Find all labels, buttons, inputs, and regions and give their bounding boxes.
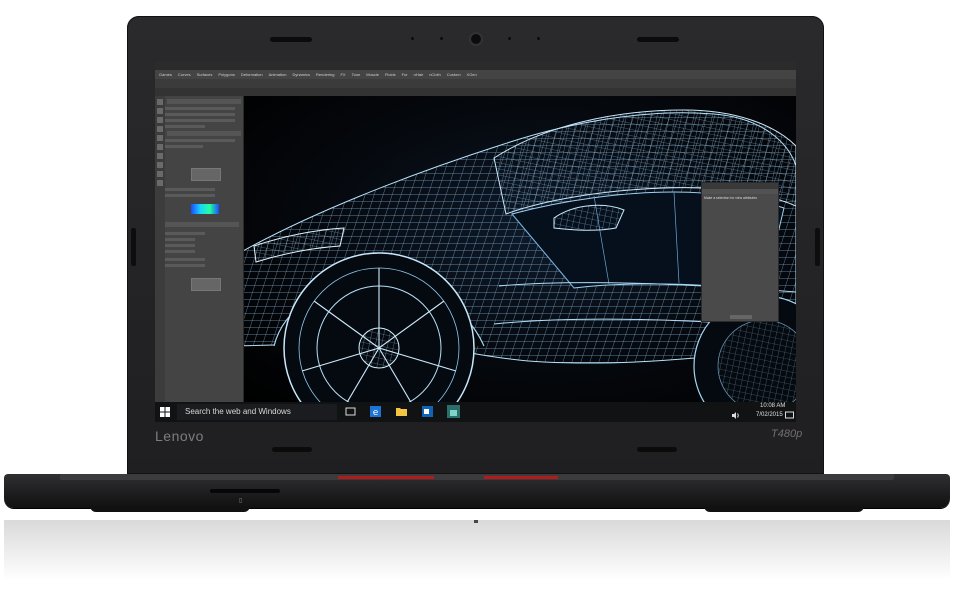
menu-item[interactable]: Toon [352, 72, 361, 77]
attribute-editor-message: Make a selection for view attributes [704, 196, 757, 200]
model-label: T480p [771, 428, 803, 440]
menu-item[interactable]: XGen [467, 72, 477, 77]
menu-item[interactable]: nHair [414, 72, 424, 77]
lid-bumper-right [815, 228, 820, 266]
task-view-icon[interactable] [344, 405, 357, 418]
speaker-grille-bottom-left [272, 447, 312, 452]
svg-text:e: e [373, 408, 379, 418]
menu-item[interactable]: Fur [402, 72, 408, 77]
menu-item[interactable]: Surfaces [197, 72, 213, 77]
mic-dot [440, 37, 443, 40]
attribute-editor-window[interactable]: Make a selection for view attributes [701, 182, 779, 322]
menu-item[interactable]: Muscle [366, 72, 379, 77]
menu-item[interactable]: nCloth [429, 72, 441, 77]
reflection [4, 520, 950, 580]
menu-item[interactable]: FX [340, 72, 345, 77]
menu-item[interactable]: Fluids [385, 72, 396, 77]
speaker-grille-right [637, 37, 679, 42]
webcam-icon [471, 34, 481, 44]
tool-strip [155, 96, 165, 402]
outlook-icon[interactable] [421, 405, 434, 418]
rubber-foot-right [704, 506, 864, 512]
volume-icon[interactable] [731, 407, 740, 422]
speaker-grille-left [270, 37, 312, 42]
mic-dot [537, 37, 540, 40]
color-ramp[interactable] [191, 204, 219, 214]
notifications-icon[interactable] [785, 407, 794, 422]
menu-item[interactable]: Polygons [218, 72, 234, 77]
speaker-grille-bottom-right [637, 447, 677, 452]
windows-start-icon[interactable] [155, 402, 175, 422]
mic-dot [508, 37, 511, 40]
rubber-foot-left [90, 506, 250, 512]
lid-bumper-left [131, 228, 136, 266]
brand-logo: Lenovo [155, 428, 204, 444]
load-attributes-button[interactable] [730, 315, 752, 319]
app-title-bar [155, 62, 796, 70]
store-icon[interactable] [447, 405, 460, 418]
menu-item[interactable]: Dynamics [292, 72, 310, 77]
trackpoint-accent-left [338, 476, 434, 479]
keyboard-deck-edge [60, 474, 894, 480]
search-placeholder: Search the web and Windows [185, 407, 291, 416]
menu-item[interactable]: Rendering [316, 72, 334, 77]
viewport-menu-bar [244, 88, 796, 96]
tool-settings-panel [155, 96, 244, 402]
trackpoint-accent-right [484, 476, 558, 479]
menu-item[interactable]: Deformation [241, 72, 263, 77]
falloff-curve-graph[interactable] [191, 278, 221, 291]
screen: Games Curves Surfaces Polygons Deformation An… [155, 62, 796, 422]
card-reader-slot [210, 489, 280, 493]
menu-item[interactable]: Curves [178, 72, 191, 77]
clock-time[interactable]: 10:08 AM [760, 403, 785, 409]
menu-item[interactable]: Games [159, 72, 172, 77]
mic-dot [411, 37, 414, 40]
card-reader-icon: ▯ [239, 498, 243, 504]
file-explorer-icon[interactable] [395, 405, 408, 418]
clock-date[interactable]: 7/02/2015 [756, 412, 783, 418]
edge-browser-icon[interactable]: e [369, 405, 382, 418]
menu-item[interactable]: Animation [269, 72, 287, 77]
app-menu-bar: Games Curves Surfaces Polygons Deformation An… [155, 70, 796, 79]
falloff-curve-graph[interactable] [191, 168, 221, 181]
menu-item[interactable]: Custom [447, 72, 461, 77]
